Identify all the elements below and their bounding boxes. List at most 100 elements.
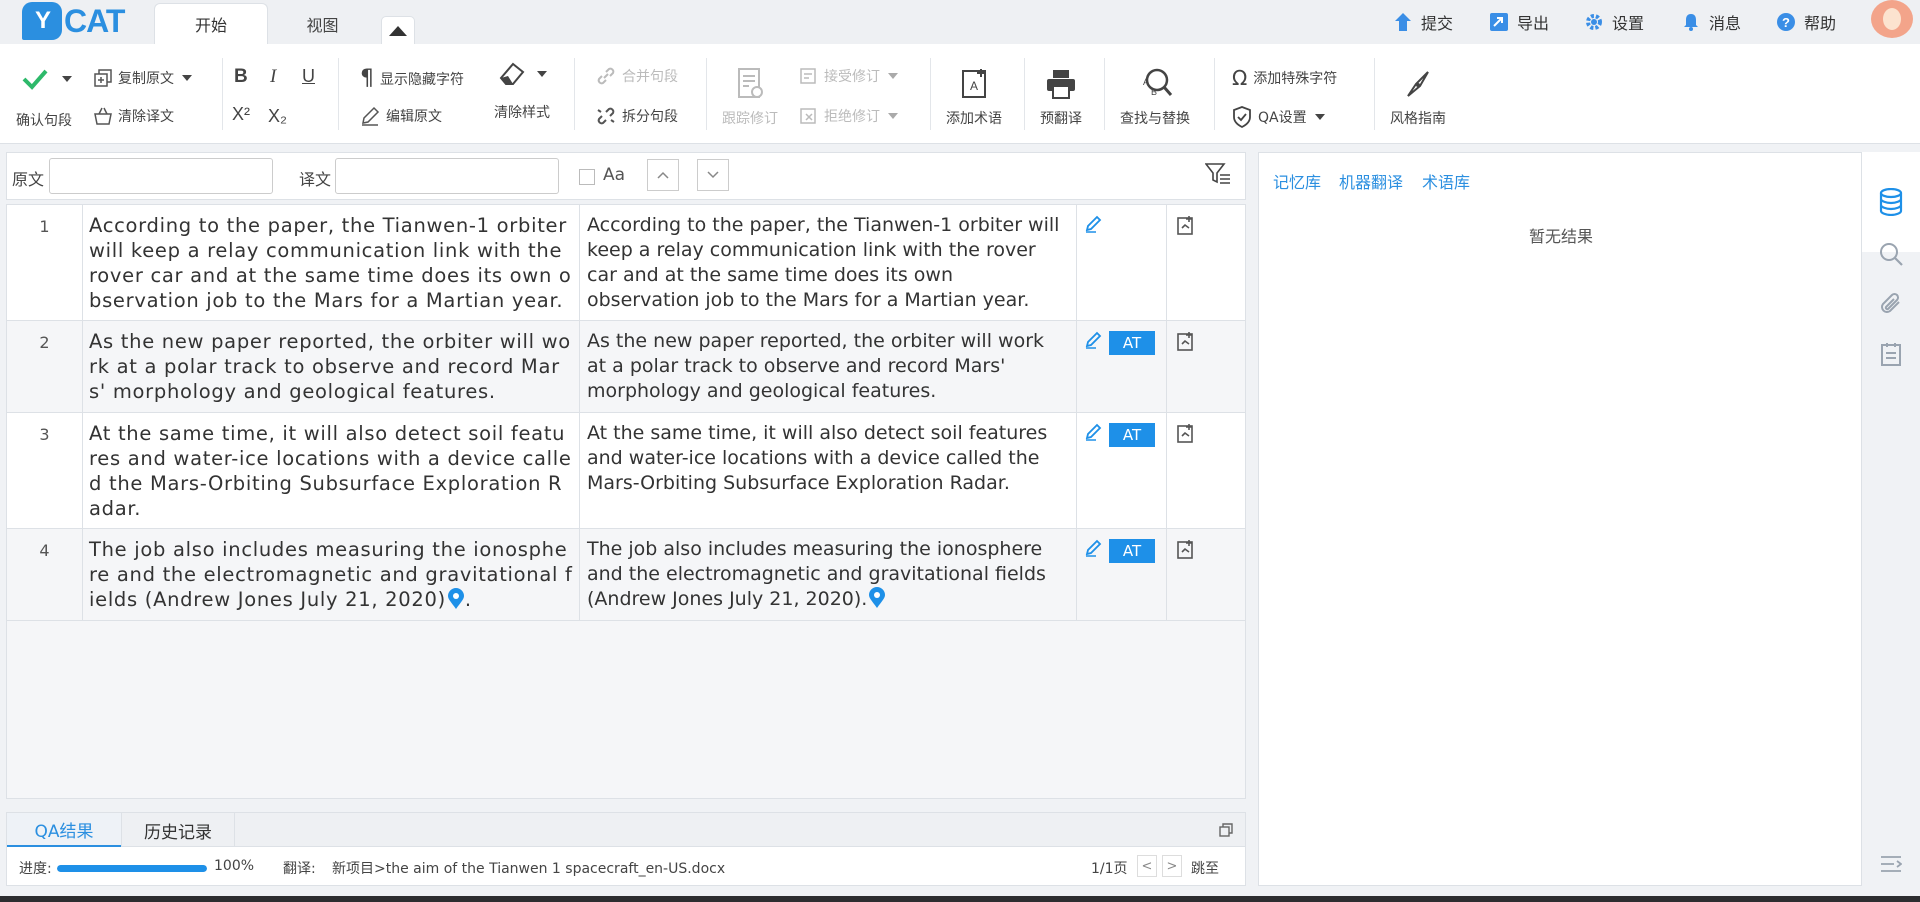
- export-button[interactable]: 导出: [1488, 10, 1549, 34]
- action-cell: [1167, 321, 1245, 412]
- segment-number: 2: [7, 321, 83, 412]
- confirm-dropdown[interactable]: [22, 68, 72, 90]
- edit-status-icon: [1085, 539, 1103, 561]
- copy-to-target-icon[interactable]: [1177, 539, 1195, 563]
- tab-start[interactable]: 开始: [154, 3, 268, 44]
- next-match-button[interactable]: [697, 159, 729, 191]
- edit-source-button[interactable]: 编辑原文: [360, 106, 442, 126]
- split-segment-button[interactable]: 拆分句段: [596, 106, 678, 126]
- source-filter-label: 原文: [12, 170, 45, 189]
- target-cell[interactable]: The job also includes measuring the iono…: [580, 529, 1077, 620]
- messages-button[interactable]: 消息: [1680, 10, 1741, 34]
- resource-panel: 记忆库 机器翻译 术语库 暂无结果: [1258, 152, 1862, 886]
- track-changes-icon: [735, 64, 765, 104]
- qa-settings-label: QA设置: [1258, 110, 1307, 126]
- avatar[interactable]: [1871, 0, 1913, 38]
- edit-source-label: 编辑原文: [386, 109, 442, 125]
- gear-icon: [1583, 11, 1605, 33]
- copy-to-target-icon[interactable]: [1177, 215, 1195, 239]
- style-guide-button[interactable]: 风格指南: [1390, 64, 1446, 128]
- svg-text:B: B: [1151, 87, 1157, 97]
- match-case-checkbox[interactable]: [579, 169, 595, 185]
- superscript-button[interactable]: X²: [232, 104, 250, 125]
- clear-style-button[interactable]: 清除样式: [494, 54, 550, 122]
- progress-fill: [57, 865, 207, 872]
- status-badge: AT: [1109, 423, 1155, 447]
- divider: [222, 58, 223, 130]
- sidebar-item-search[interactable]: [1862, 232, 1920, 276]
- merge-segment-button[interactable]: 合并句段: [596, 66, 678, 86]
- omega-icon: Ω: [1232, 66, 1248, 90]
- sidebar-item-tasks[interactable]: [1862, 332, 1920, 376]
- tab-view[interactable]: 视图: [270, 3, 375, 44]
- target-cell[interactable]: As the new paper reported, the orbiter w…: [580, 321, 1077, 412]
- tab-termbase[interactable]: 术语库: [1422, 169, 1470, 193]
- accept-changes-label: 接受修订: [824, 69, 880, 85]
- tab-translation-memory[interactable]: 记忆库: [1273, 169, 1321, 193]
- chevron-down-icon: [1314, 114, 1325, 120]
- help-button[interactable]: ? 帮助: [1775, 10, 1836, 34]
- sidebar-item-attachments[interactable]: [1862, 282, 1920, 326]
- source-text: The job also includes measuring the iono…: [89, 538, 573, 611]
- unlink-icon: [596, 106, 616, 126]
- match-case-label: Aa: [603, 165, 626, 185]
- submit-button[interactable]: 提交: [1392, 10, 1453, 34]
- underline-button[interactable]: U: [302, 66, 315, 87]
- jump-to-button[interactable]: 跳至: [1191, 858, 1219, 878]
- table-row[interactable]: 2 As the new paper reported, the orbiter…: [7, 321, 1245, 413]
- show-hidden-chars-button[interactable]: ¶ 显示隐藏字符: [360, 66, 464, 91]
- target-cell[interactable]: At the same time, it will also detect so…: [580, 413, 1077, 528]
- prev-match-button[interactable]: [647, 159, 679, 191]
- status-bar: 进度: 100% 翻译: 新项目>the aim of the Tianwen …: [7, 847, 1245, 885]
- edit-status-icon: [1085, 215, 1103, 237]
- segment-number: 3: [7, 413, 83, 528]
- segment-grid: 1 According to the paper, the Tianwen-1 …: [6, 204, 1246, 799]
- table-row[interactable]: 1 According to the paper, the Tianwen-1 …: [7, 205, 1245, 321]
- prev-page-button[interactable]: <: [1137, 855, 1157, 877]
- chevron-down-icon: [62, 76, 72, 82]
- source-cell: According to the paper, the Tianwen-1 or…: [83, 205, 580, 320]
- style-guide-label: 风格指南: [1390, 111, 1446, 127]
- bold-button[interactable]: B: [234, 66, 248, 88]
- table-row[interactable]: 3 At the same time, it will also detect …: [7, 413, 1245, 529]
- copy-to-target-icon[interactable]: [1177, 423, 1195, 447]
- subscript-button[interactable]: X₂: [268, 106, 287, 127]
- add-special-char-button[interactable]: Ω 添加特殊字符: [1232, 66, 1337, 90]
- track-changes-button[interactable]: 跟踪修订: [722, 64, 778, 128]
- next-page-button[interactable]: >: [1162, 855, 1182, 877]
- accept-changes-dropdown[interactable]: 接受修订: [800, 66, 898, 86]
- copy-to-target-icon[interactable]: [1177, 331, 1195, 355]
- tab-machine-translation[interactable]: 机器翻译: [1339, 169, 1403, 193]
- reject-changes-dropdown[interactable]: 拒绝修订: [800, 106, 898, 126]
- menu-collapse-icon: [1881, 856, 1902, 872]
- restore-panel-icon[interactable]: [1219, 823, 1233, 841]
- help-icon: ?: [1775, 11, 1797, 33]
- submit-label: 提交: [1421, 14, 1454, 33]
- progress-value: 100%: [214, 858, 255, 874]
- clear-translation-button[interactable]: 清除译文: [94, 106, 174, 126]
- sidebar-item-collapse[interactable]: [1862, 842, 1920, 886]
- settings-button[interactable]: 设置: [1583, 10, 1644, 34]
- target-filter-input[interactable]: [335, 158, 559, 194]
- tab-qa-results[interactable]: QA结果: [7, 813, 121, 847]
- table-row[interactable]: 4 The job also includes measuring the io…: [7, 529, 1245, 621]
- add-term-button[interactable]: A 添加术语: [946, 64, 1002, 128]
- source-cell: The job also includes measuring the iono…: [83, 529, 580, 620]
- find-replace-icon: AB: [1137, 64, 1173, 104]
- add-term-label: 添加术语: [946, 111, 1002, 127]
- export-label: 导出: [1517, 14, 1550, 33]
- pre-translate-button[interactable]: 预翻译: [1040, 64, 1082, 128]
- source-filter-input[interactable]: [49, 158, 273, 194]
- qa-settings-dropdown[interactable]: QA设置: [1232, 106, 1325, 128]
- edit-status-icon: [1085, 423, 1103, 445]
- tab-history[interactable]: 历史记录: [121, 813, 235, 847]
- add-special-char-label: 添加特殊字符: [1253, 71, 1338, 87]
- target-cell[interactable]: According to the paper, the Tianwen-1 or…: [580, 205, 1077, 320]
- find-replace-button[interactable]: AB 查找与替换: [1120, 64, 1190, 128]
- collapse-icon: [389, 25, 407, 36]
- collapse-ribbon-button[interactable]: [381, 16, 415, 44]
- copy-source-button[interactable]: 复制原文: [94, 68, 192, 88]
- confirm-segment-button[interactable]: 确认句段: [16, 110, 72, 130]
- italic-button[interactable]: I: [270, 66, 276, 88]
- advanced-filter-button[interactable]: [1204, 163, 1233, 189]
